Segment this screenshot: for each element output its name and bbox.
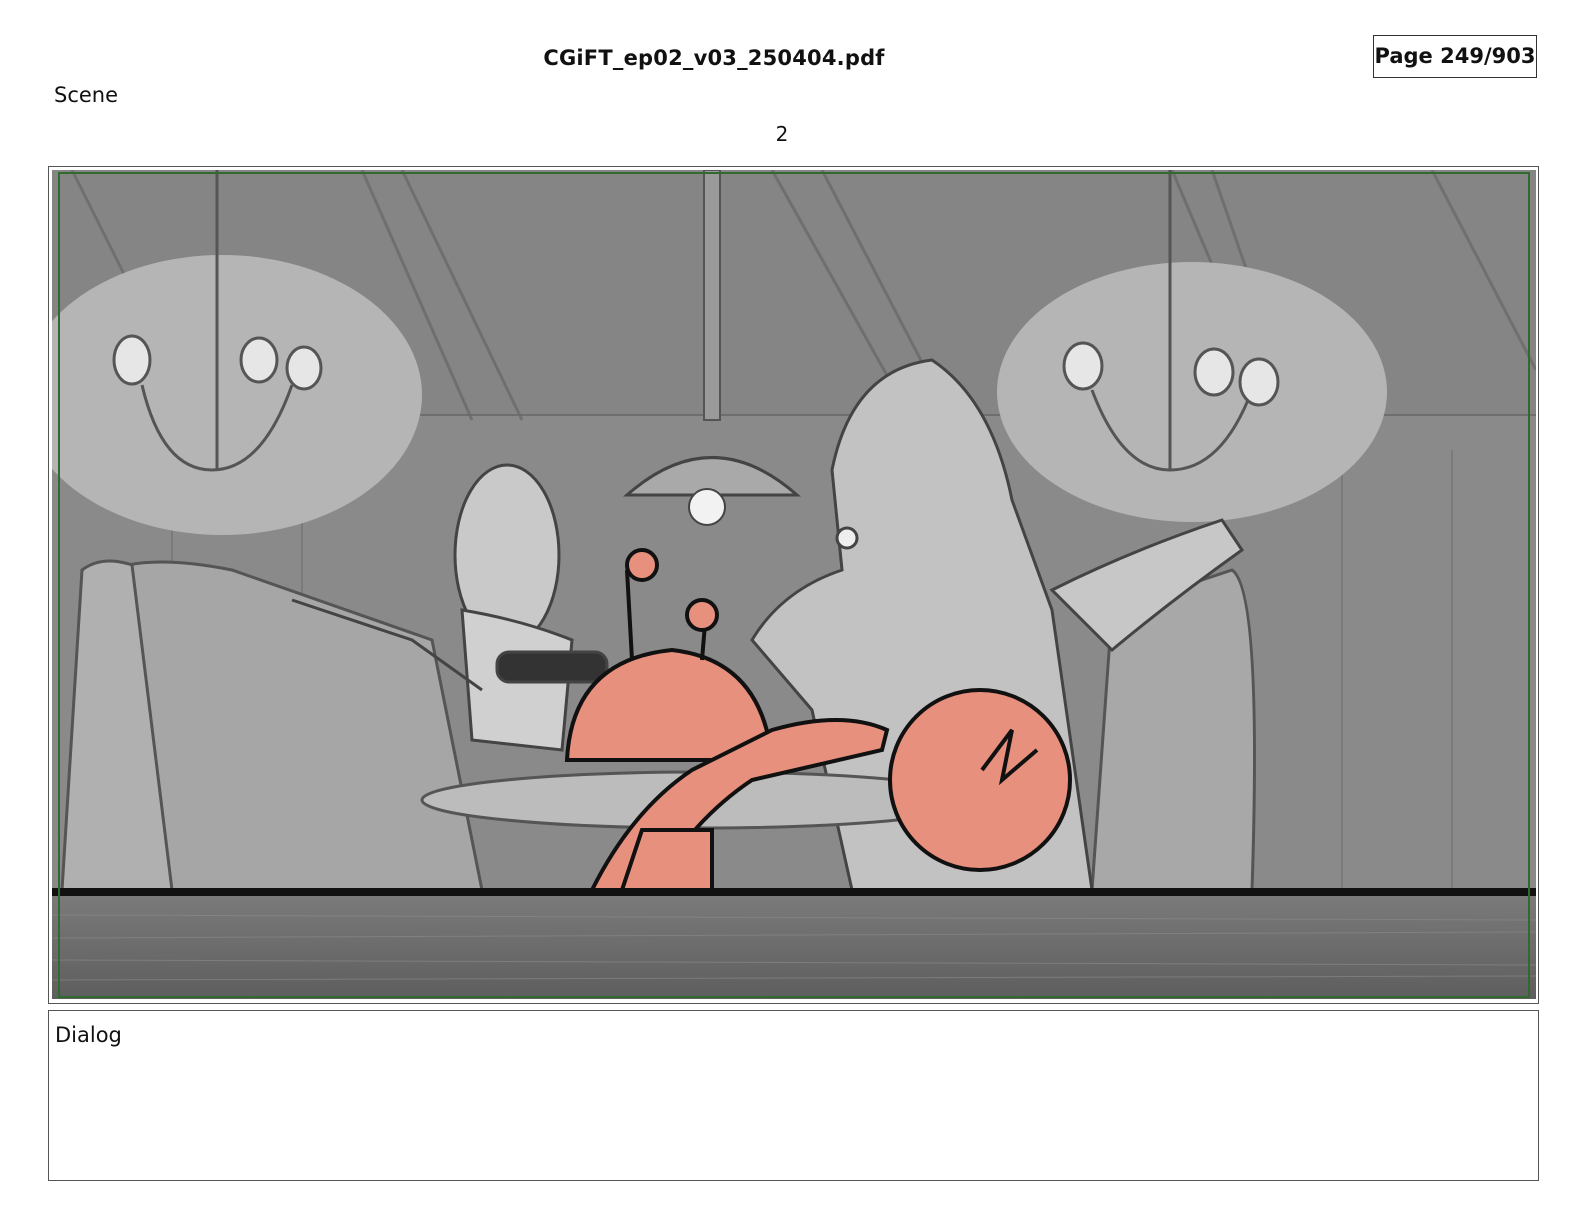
dialog-box: Dialog bbox=[48, 1010, 1539, 1181]
storyboard-panel-image bbox=[52, 170, 1536, 999]
right-light-glow bbox=[997, 262, 1387, 522]
storyboard-sketch bbox=[52, 170, 1536, 999]
dialog-label: Dialog bbox=[55, 1023, 122, 1047]
page-indicator: Page 249/903 bbox=[1373, 35, 1537, 78]
scene-label: Scene bbox=[54, 83, 119, 107]
document-title: CGiFT_ep02_v03_250404.pdf bbox=[543, 46, 885, 70]
wood-foreground bbox=[52, 896, 1536, 999]
scene-number: 2 bbox=[775, 122, 789, 146]
pink-round-character bbox=[888, 688, 1072, 872]
